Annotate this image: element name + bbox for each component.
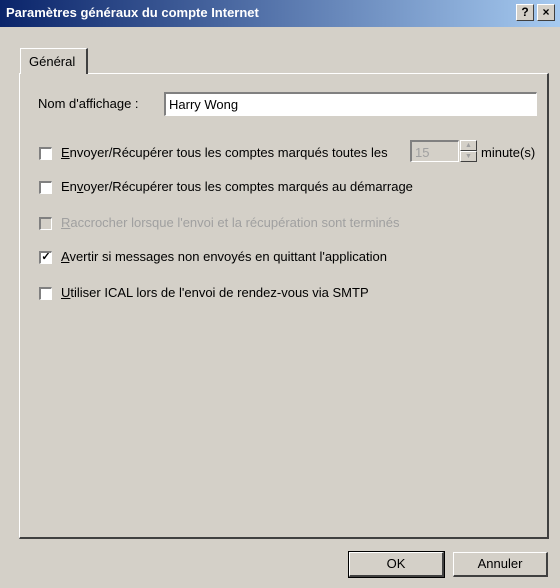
- warn-unsent-checkbox[interactable]: ✓: [39, 251, 52, 264]
- send-receive-interval-checkbox[interactable]: [39, 147, 52, 160]
- send-receive-startup-label: Envoyer/Récupérer tous les comptes marqu…: [61, 179, 413, 194]
- use-ical-label: Utiliser ICAL lors de l'envoi de rendez-…: [61, 285, 369, 300]
- interval-spinner[interactable]: ▲ ▼: [460, 140, 477, 162]
- display-name-label: Nom d'affichage :: [38, 96, 139, 111]
- cancel-button[interactable]: Annuler: [453, 552, 548, 577]
- spin-up-icon[interactable]: ▲: [460, 140, 477, 151]
- title-bar: Paramètres généraux du compte Internet ?…: [0, 0, 560, 27]
- ok-button[interactable]: OK: [348, 551, 445, 578]
- window-title: Paramètres généraux du compte Internet: [6, 5, 259, 20]
- hang-up-label: Raccrocher lorsque l'envoi et la récupér…: [61, 215, 400, 230]
- send-receive-interval-label: Envoyer/Récupérer tous les comptes marqu…: [61, 145, 388, 160]
- tab-general-label: Général: [29, 54, 76, 69]
- checkmark-icon: ✓: [41, 251, 51, 263]
- warn-unsent-label: Avertir si messages non envoyés en quitt…: [61, 249, 387, 264]
- display-name-input[interactable]: Harry Wong: [164, 92, 537, 116]
- interval-input[interactable]: 15: [410, 140, 459, 162]
- help-button[interactable]: ?: [516, 4, 534, 21]
- tab-general[interactable]: Général: [20, 48, 88, 74]
- close-button[interactable]: ×: [537, 4, 555, 21]
- interval-unit-label: minute(s): [481, 145, 536, 160]
- use-ical-checkbox[interactable]: [39, 287, 52, 300]
- hang-up-checkbox[interactable]: [39, 217, 52, 230]
- spin-down-icon[interactable]: ▼: [460, 151, 477, 162]
- send-receive-startup-checkbox[interactable]: [39, 181, 52, 194]
